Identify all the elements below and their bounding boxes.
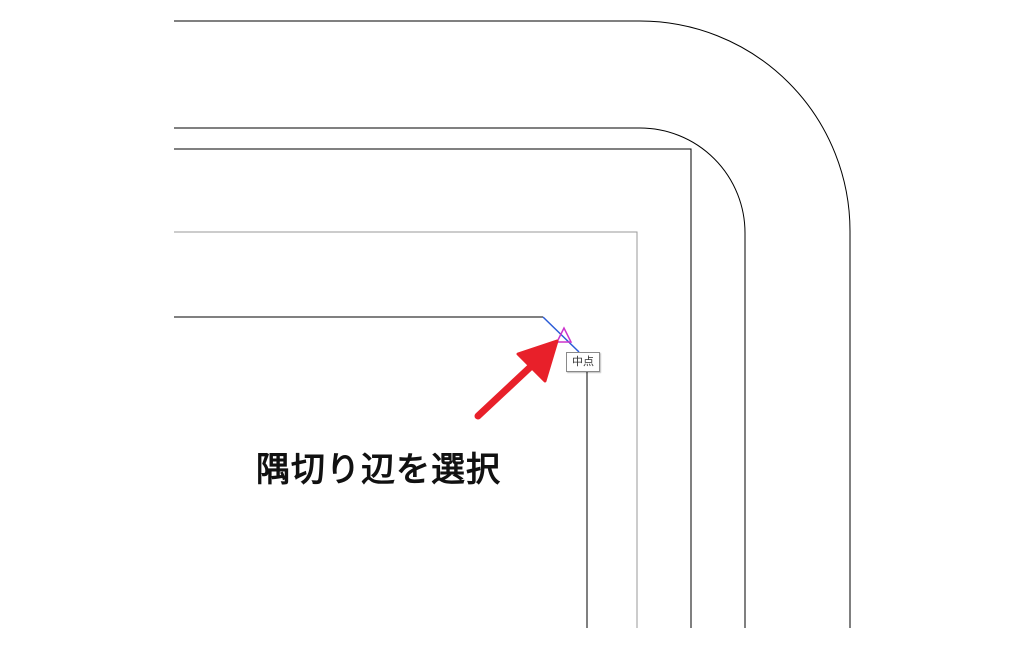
inner-road-edge[interactable] — [174, 127, 746, 628]
midpoint-snap-tooltip: 中点 — [566, 352, 600, 372]
boundary-line-grey[interactable] — [174, 231, 638, 628]
midpoint-snap-marker-icon — [555, 326, 573, 343]
annotation-arrow-icon — [474, 339, 559, 420]
outer-road-edge[interactable] — [174, 20, 851, 628]
annotation-caption: 隅切り辺を選択 — [256, 450, 501, 490]
boundary-line-outer[interactable] — [174, 148, 692, 628]
cad-drawing-canvas[interactable] — [0, 0, 1023, 651]
